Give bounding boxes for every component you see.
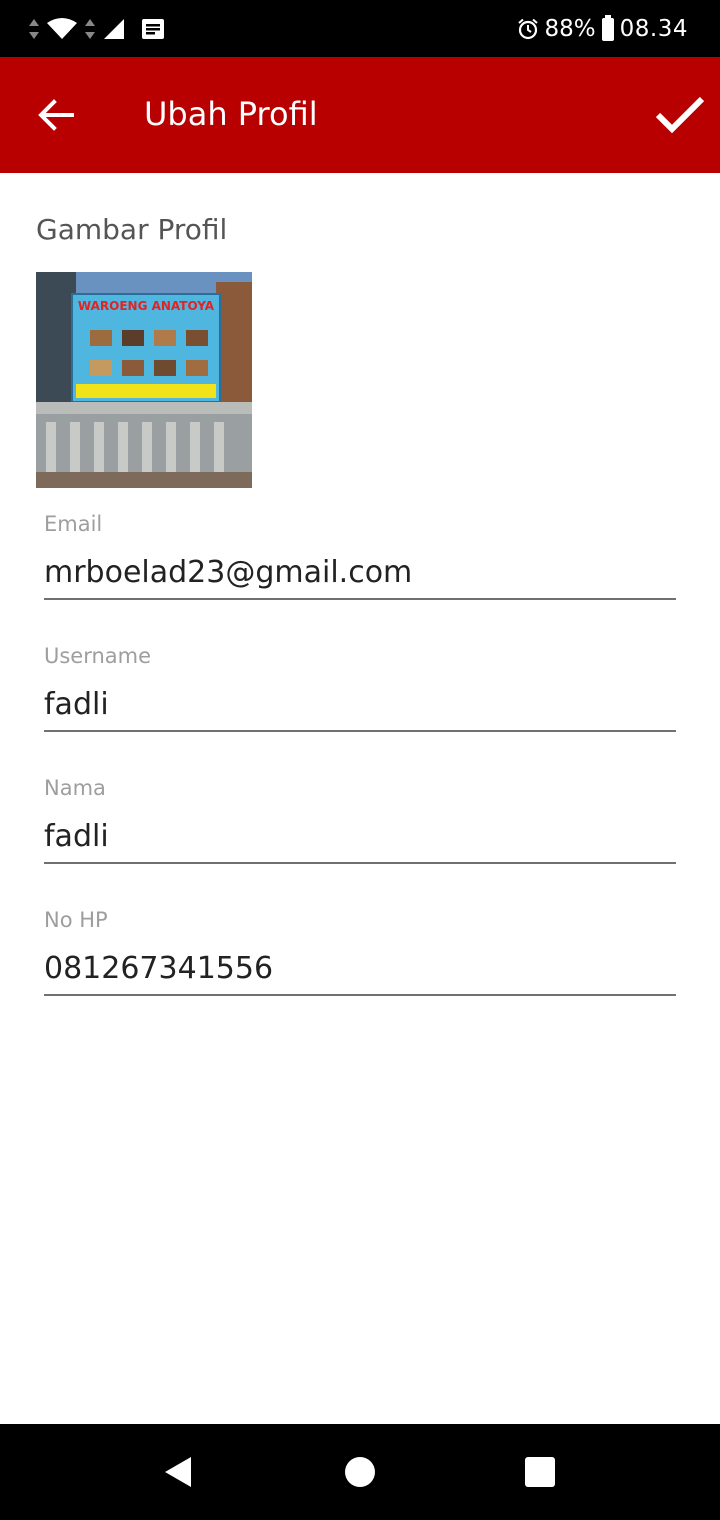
email-field: Email: [44, 512, 676, 600]
alarm-icon: [517, 18, 538, 40]
save-button[interactable]: [652, 91, 708, 139]
email-input[interactable]: [44, 546, 676, 600]
name-input[interactable]: [44, 810, 676, 864]
profile-image[interactable]: WAROENG ANATOYA: [36, 272, 252, 488]
status-icons-right: 88% 08.34: [517, 14, 688, 44]
username-label: Username: [44, 644, 152, 668]
wifi-icon: [47, 18, 77, 39]
cell-signal-icon: [104, 19, 124, 39]
email-label: Email: [44, 512, 103, 536]
clock: 08.34: [619, 16, 688, 42]
app-bar: Ubah Profil: [0, 57, 720, 173]
notification-icon: [142, 19, 164, 39]
battery-icon: [601, 14, 614, 41]
nav-back-icon[interactable]: [163, 1456, 193, 1488]
status-icons-left: [28, 14, 166, 44]
phone-input[interactable]: [44, 942, 676, 996]
name-label: Nama: [44, 776, 106, 800]
page-title: Ubah Profil: [144, 95, 318, 133]
data-arrows-icon: [85, 19, 95, 39]
name-field: Nama: [44, 776, 676, 864]
username-input[interactable]: [44, 678, 676, 732]
profile-photo: WAROENG ANATOYA: [36, 272, 252, 488]
check-icon: [655, 96, 705, 134]
phone-label: No HP: [44, 908, 108, 932]
phone-field: No HP: [44, 908, 676, 996]
username-field: Username: [44, 644, 676, 732]
banner-text: WAROENG ANATOYA: [78, 299, 215, 313]
battery-percent: 88%: [544, 16, 596, 42]
nav-recents-icon[interactable]: [525, 1457, 555, 1487]
arrow-back-icon: [38, 99, 74, 131]
profile-image-label: Gambar Profil: [36, 213, 228, 246]
data-arrows-icon: [29, 19, 39, 39]
status-bar: 88% 08.34: [0, 0, 720, 57]
navigation-bar: [0, 1424, 720, 1520]
back-button[interactable]: [34, 93, 78, 137]
nav-home-icon[interactable]: [345, 1457, 375, 1487]
